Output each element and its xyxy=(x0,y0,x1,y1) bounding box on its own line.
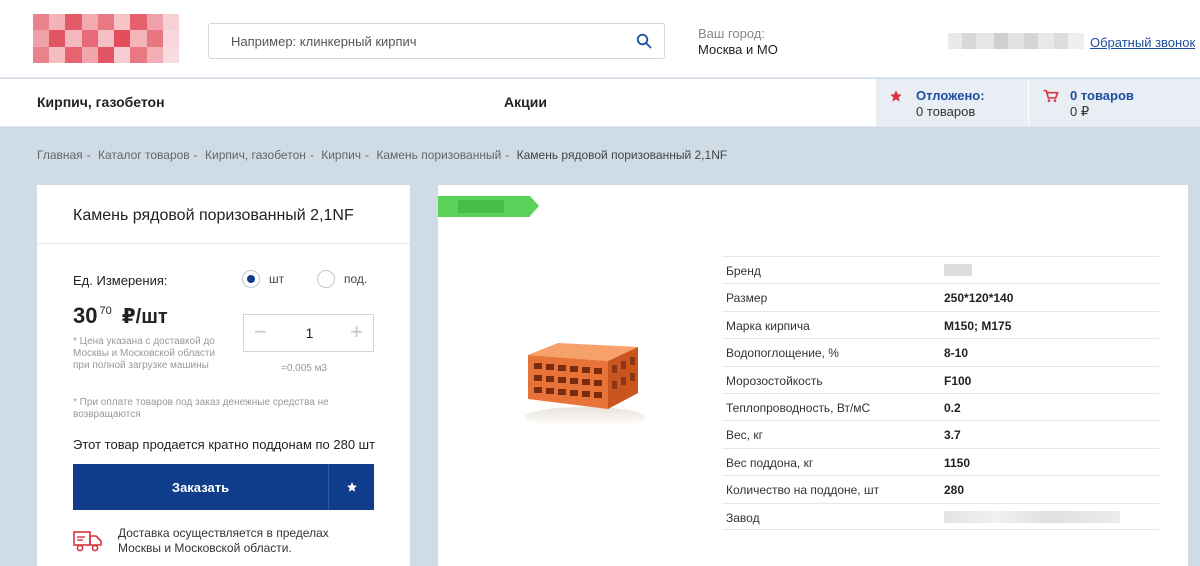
specs-table: Бренд Размер 250*120*140 Марка кирпича М… xyxy=(722,256,1159,530)
badge-label xyxy=(458,200,504,213)
spec-value-brand xyxy=(944,264,972,276)
spec-name: Морозостойкость xyxy=(726,373,823,388)
phone-number[interactable] xyxy=(948,33,1084,49)
breadcrumb-catalog[interactable]: Каталог товаров xyxy=(98,148,190,162)
cart-icon xyxy=(1043,89,1059,102)
quantity-stepper: − 1 + xyxy=(243,314,374,352)
city-label: Ваш город: xyxy=(698,26,765,41)
unit-label-pallets: под. xyxy=(344,272,368,286)
spec-row-water-absorption: Водопоглощение, % 8-10 xyxy=(722,338,1159,365)
spec-row-pallet-weight: Вес поддона, кг 1150 xyxy=(722,447,1159,475)
nav-item-promotions[interactable]: Акции xyxy=(504,94,547,110)
star-icon xyxy=(346,482,357,492)
price-fraction: 70 xyxy=(99,305,112,317)
search-box xyxy=(208,23,665,59)
spec-row-size: Размер 250*120*140 xyxy=(722,283,1159,310)
product-badge xyxy=(438,196,539,217)
price: 30 70 ₽/шт xyxy=(73,303,168,329)
spec-value: М150; М175 xyxy=(944,318,1012,333)
spec-row-factory: Завод xyxy=(722,502,1159,530)
unit-radio-pieces[interactable] xyxy=(242,270,260,288)
purchase-panel: Камень рядовой поризованный 2,1NF Ед. Из… xyxy=(37,185,410,566)
spec-name: Завод xyxy=(726,510,760,525)
breadcrumb-bricks[interactable]: Кирпич xyxy=(321,148,361,162)
spec-row-brand: Бренд xyxy=(722,256,1159,283)
main-nav: Кирпич, газобетон Акции Отложено: 0 това… xyxy=(0,79,1200,127)
spec-value-factory xyxy=(944,510,1120,523)
product-image[interactable] xyxy=(520,325,650,435)
spec-name: Вес поддона, кг xyxy=(726,455,814,470)
spec-name: Бренд xyxy=(726,264,761,278)
spec-value: F100 xyxy=(944,373,972,388)
delivery-truck-icon xyxy=(73,531,102,552)
spec-name: Размер xyxy=(726,291,768,306)
order-note: * При оплате товаров под заказ денежные … xyxy=(73,397,329,420)
breadcrumb-current: Камень рядовой поризованный 2,1NF xyxy=(516,148,728,162)
deferred-items[interactable]: Отложено: 0 товаров xyxy=(876,79,1028,126)
spec-name: Теплопроводность, Вт/мС xyxy=(726,400,871,415)
breadcrumb-bricks-gasconcrete[interactable]: Кирпич, газобетон xyxy=(205,148,306,162)
breadcrumb: Главная - Каталог товаров - Кирпич, газобе… xyxy=(37,148,728,162)
nav-item-bricks[interactable]: Кирпич, газобетон xyxy=(37,94,165,110)
unit-label: Ед. Измерения: xyxy=(73,273,168,288)
spec-name: Вес, кг xyxy=(726,428,763,443)
spec-value: 0.2 xyxy=(944,400,961,415)
spec-row-thermal-conductivity: Теплопроводность, Вт/мС 0.2 xyxy=(722,392,1159,420)
spec-name: Количество на поддоне, шт xyxy=(726,483,880,498)
order-button[interactable]: Заказать xyxy=(73,464,328,510)
cart-count: 0 товаров xyxy=(1070,88,1134,103)
spec-row-pallet-quantity: Количество на поддоне, шт 280 xyxy=(722,475,1159,502)
search-icon[interactable] xyxy=(636,33,652,49)
deferred-count: 0 товаров xyxy=(916,104,976,119)
spec-value: 280 xyxy=(944,483,965,498)
product-details-panel: Бренд Размер 250*120*140 Марка кирпича М… xyxy=(438,185,1200,566)
search-input[interactable] xyxy=(231,24,631,58)
price-note: * Цена указана с доставкой до Москвы и М… xyxy=(73,336,216,371)
spec-name: Водопоглощение, % xyxy=(726,346,839,361)
volume-value: =0.005 м3 xyxy=(281,363,328,374)
add-to-favorites-button[interactable] xyxy=(328,464,374,510)
spec-row-weight: Вес, кг 3.7 xyxy=(722,420,1159,447)
spec-name: Марка кирпича xyxy=(726,318,810,333)
unit-radio-pallets[interactable] xyxy=(317,270,335,288)
spec-value: 1150 xyxy=(944,455,971,470)
increase-button[interactable]: + xyxy=(350,321,363,343)
spec-row-grade: Марка кирпича М150; М175 xyxy=(722,310,1159,338)
delivery-info: Доставка осуществляется в пределах Москв… xyxy=(118,526,329,555)
product-title: Камень рядовой поризованный 2,1NF xyxy=(73,207,354,224)
cart-total: 0 ₽ xyxy=(1070,104,1090,119)
pallet-multiple-note: Этот товар продается кратно поддонам по … xyxy=(73,437,376,452)
city-selector[interactable]: Москва и МО xyxy=(698,42,778,57)
divider xyxy=(37,243,410,244)
price-integer: 30 xyxy=(73,303,98,328)
top-header: Ваш город: Москва и МО Обратный звонок xyxy=(0,0,1200,78)
star-icon xyxy=(890,90,902,102)
page-edge xyxy=(1188,127,1200,566)
spec-value: 8-10 xyxy=(944,346,969,361)
unit-label-pieces: шт xyxy=(269,272,285,286)
spec-value: 250*120*140 xyxy=(944,291,1014,306)
breadcrumb-home[interactable]: Главная xyxy=(37,148,83,162)
spec-row-frost-resistance: Морозостойкость F100 xyxy=(722,365,1159,393)
price-unit: ₽/шт xyxy=(121,306,168,328)
cart[interactable]: 0 товаров 0 ₽ xyxy=(1029,79,1200,126)
spec-value: 3.7 xyxy=(944,428,961,443)
callback-link[interactable]: Обратный звонок xyxy=(1090,35,1195,50)
deferred-title: Отложено: xyxy=(916,88,985,103)
breadcrumb-porous-stone[interactable]: Камень поризованный xyxy=(376,148,501,162)
site-logo[interactable] xyxy=(33,14,179,63)
